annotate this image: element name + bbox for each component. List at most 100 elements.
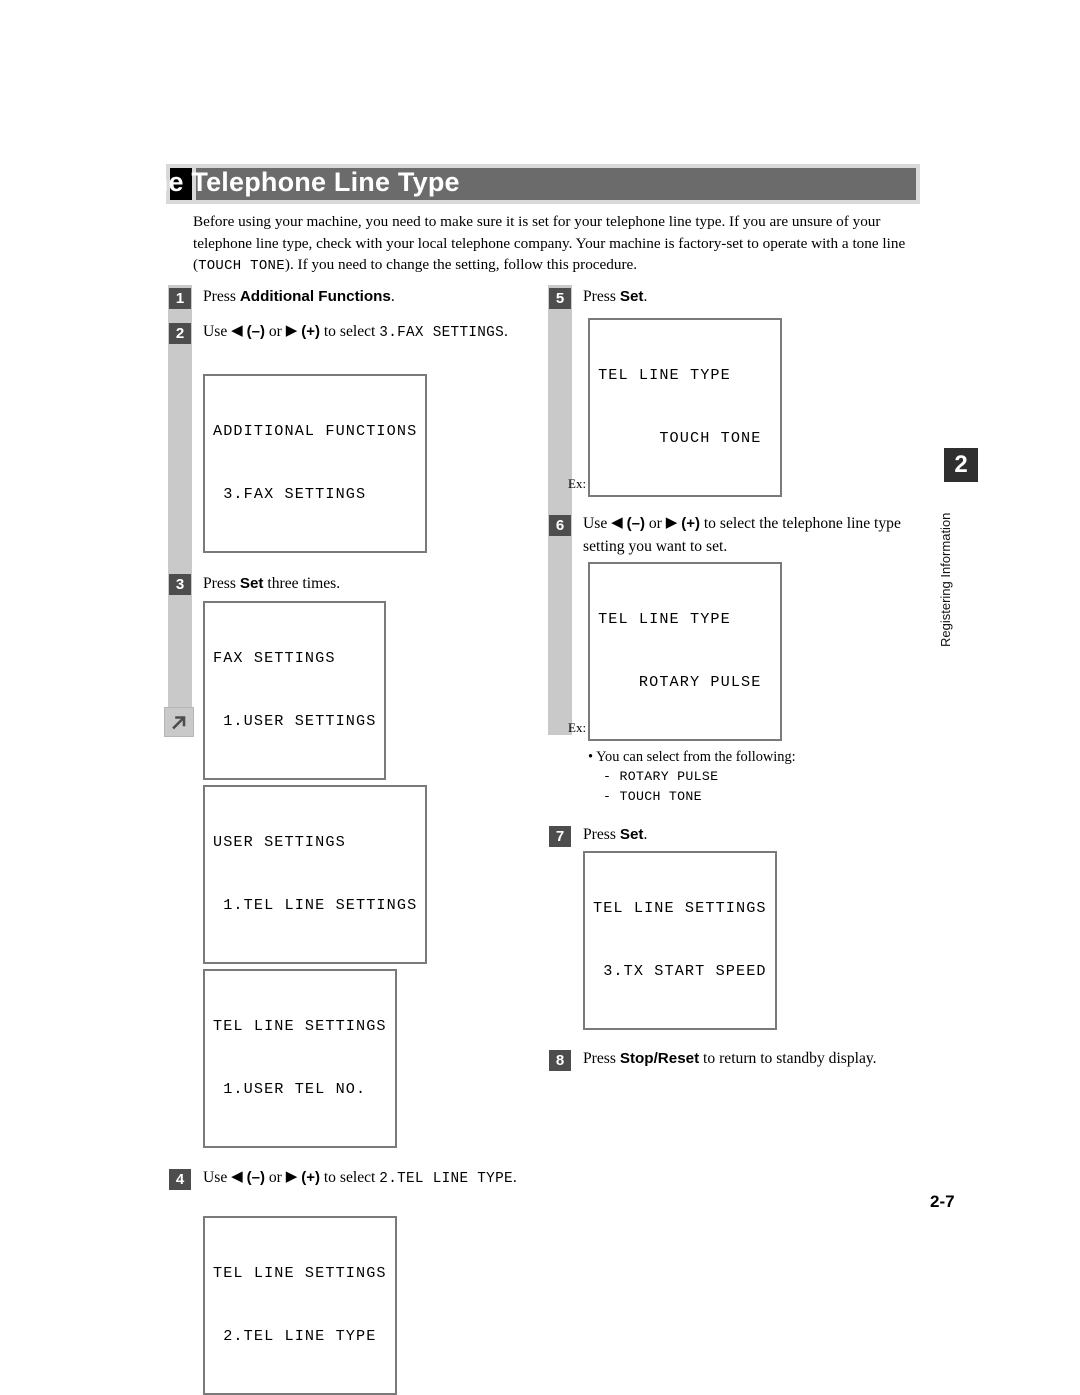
step-4-text-pre: Use bbox=[203, 1169, 232, 1186]
step-8-number: 8 bbox=[549, 1050, 571, 1071]
left-step-column: 1 Press Additional Functions. 2 Use ◀ (–… bbox=[168, 285, 528, 1395]
page-number: 2-7 bbox=[930, 1192, 955, 1211]
step-5-body: Press Set. bbox=[583, 285, 928, 308]
left-triangle-icon: ◀ bbox=[611, 515, 623, 531]
step-2-lcd-wrap: ADDITIONAL FUNCTIONS 3.FAX SETTINGS bbox=[203, 374, 528, 553]
step-7-text-post: . bbox=[643, 826, 648, 843]
right-triangle-icon: ▶ bbox=[285, 1169, 298, 1185]
step-6-text-pre: Use bbox=[583, 515, 612, 532]
step-7-lcd-wrap: TEL LINE SETTINGS 3.TX START SPEED bbox=[583, 851, 928, 1030]
step-6-body: Use ◀ (–) or ▶ (+) to select the telepho… bbox=[583, 512, 928, 558]
step-3-number: 3 bbox=[169, 574, 191, 595]
step-1-text-pre: Press bbox=[203, 288, 240, 305]
lcd-line-1: TEL LINE SETTINGS bbox=[213, 1264, 387, 1282]
step-1-number: 1 bbox=[169, 288, 191, 309]
plus-label: (+) bbox=[301, 1169, 320, 1186]
step-1: 1 Press Additional Functions. bbox=[168, 285, 528, 320]
lcd-line-2: ROTARY PULSE bbox=[598, 673, 772, 691]
step-4-text-end: . bbox=[512, 1169, 517, 1186]
right-step-column: 5 Press Set. Ex: TEL LINE TYPE TOUCH TON… bbox=[548, 285, 928, 1097]
step-5-number: 5 bbox=[549, 288, 571, 309]
step-8-text-post: to return to standby display. bbox=[699, 1050, 877, 1067]
step-5-text-post: . bbox=[643, 288, 648, 305]
step-4-text-after: to select bbox=[319, 1169, 380, 1186]
step-7-body: Press Set. bbox=[583, 823, 928, 846]
step-1-bold-button: Additional Functions bbox=[239, 288, 391, 305]
lcd-line-2: 3.FAX SETTINGS bbox=[213, 485, 367, 503]
intro-paragraph: Before using your machine, you need to m… bbox=[193, 211, 920, 278]
lcd-line-1: TEL LINE SETTINGS bbox=[593, 899, 767, 917]
step-4-text-mid: or bbox=[264, 1169, 286, 1186]
lcd-line-2: 1.USER TEL NO. bbox=[213, 1080, 367, 1098]
lcd-display-tel-line-settings: TEL LINE SETTINGS 1.USER TEL NO. bbox=[203, 969, 397, 1148]
right-triangle-icon: ▶ bbox=[285, 323, 298, 339]
step-2-body: Use ◀ (–) or ▶ (+) to select 3.FAX SETTI… bbox=[203, 320, 528, 345]
step-2-text-pre: Use bbox=[203, 323, 232, 340]
left-triangle-icon: ◀ bbox=[231, 1169, 243, 1185]
step-3-lcd-wrap: FAX SETTINGS 1.USER SETTINGS USER SETTIN… bbox=[203, 601, 528, 1148]
step-7-bold-button: Set bbox=[619, 826, 644, 843]
note-bullet: • You can select from the following: bbox=[588, 749, 796, 765]
lcd-line-2: 3.TX START SPEED bbox=[593, 962, 767, 980]
step-6-lcd-wrap: Ex: TEL LINE TYPE ROTARY PULSE bbox=[568, 562, 928, 741]
step-8-text-pre: Press bbox=[583, 1050, 620, 1067]
step-5-bold-button: Set bbox=[619, 288, 644, 305]
step-8-body: Press Stop/Reset to return to standby di… bbox=[583, 1047, 928, 1070]
step-4-body: Use ◀ (–) or ▶ (+) to select 2.TEL LINE … bbox=[203, 1166, 528, 1191]
note-item-touch-tone: - TOUCH TONE bbox=[603, 789, 702, 804]
step-6-text-mid: or bbox=[644, 515, 666, 532]
step-8-bold-button: Stop/Reset bbox=[619, 1050, 700, 1067]
chapter-tab-label: Registering Information bbox=[938, 512, 953, 647]
step-4-number: 4 bbox=[169, 1169, 191, 1190]
step-5-lcd-wrap: Ex: TEL LINE TYPE TOUCH TONE bbox=[568, 318, 928, 497]
lcd-line-2: TOUCH TONE bbox=[598, 429, 772, 447]
lcd-display-fax-settings: FAX SETTINGS 1.USER SETTINGS bbox=[203, 601, 387, 780]
intro-mono-touch-tone: TOUCH TONE bbox=[198, 258, 285, 274]
step-7-text-pre: Press bbox=[583, 826, 620, 843]
step-6: 6 Use ◀ (–) or ▶ (+) to select the telep… bbox=[548, 512, 928, 566]
lcd-display-tx-start-speed: TEL LINE SETTINGS 3.TX START SPEED bbox=[583, 851, 777, 1030]
example-label: Ex: bbox=[568, 476, 587, 491]
right-triangle-icon: ▶ bbox=[665, 515, 678, 531]
lcd-display-additional-functions: ADDITIONAL FUNCTIONS 3.FAX SETTINGS bbox=[203, 374, 428, 553]
intro-text-part2: ). If you need to change the setting, fo… bbox=[284, 256, 638, 273]
step-7: 7 Press Set. bbox=[548, 823, 928, 856]
page-title: Setting the Telephone Line Type bbox=[42, 167, 460, 197]
step-3-text-post: three times. bbox=[263, 575, 341, 592]
left-triangle-icon: ◀ bbox=[231, 323, 243, 339]
step-4-mono-target: 2.TEL LINE TYPE bbox=[379, 1171, 513, 1187]
note-item-rotary-pulse: - ROTARY PULSE bbox=[603, 769, 719, 784]
step-3-text-pre: Press bbox=[203, 575, 240, 592]
lcd-line-1: USER SETTINGS bbox=[213, 833, 346, 851]
lcd-display-rotary-pulse: TEL LINE TYPE ROTARY PULSE bbox=[588, 562, 782, 741]
plus-label: (+) bbox=[681, 515, 700, 532]
step-4: 4 Use ◀ (–) or ▶ (+) to select 2.TEL LIN… bbox=[168, 1166, 528, 1222]
step-4-lcd-wrap: TEL LINE SETTINGS 2.TEL LINE TYPE bbox=[203, 1216, 528, 1395]
lcd-line-2: 1.USER SETTINGS bbox=[213, 712, 377, 730]
plus-label: (+) bbox=[301, 323, 320, 340]
chapter-tab-number: 2 bbox=[944, 448, 978, 482]
step-2-mono-target: 3.FAX SETTINGS bbox=[379, 325, 504, 341]
lcd-line-1: TEL LINE TYPE bbox=[598, 610, 731, 628]
step-3-bold-button: Set bbox=[239, 575, 264, 592]
minus-label: (–) bbox=[246, 1169, 265, 1186]
step-6-number: 6 bbox=[549, 515, 571, 536]
example-label: Ex: bbox=[568, 720, 587, 735]
step-6-note-list: • You can select from the following: - R… bbox=[588, 747, 928, 807]
step-3: 3 Press Set three times. bbox=[168, 572, 528, 606]
step-5: 5 Press Set. bbox=[548, 285, 928, 318]
step-2-number: 2 bbox=[169, 323, 191, 344]
step-7-number: 7 bbox=[549, 826, 571, 847]
lcd-line-1: TEL LINE TYPE bbox=[598, 366, 731, 384]
step-2: 2 Use ◀ (–) or ▶ (+) to select 3.FAX SET… bbox=[168, 320, 528, 378]
lcd-display-tel-line-type-menu: TEL LINE SETTINGS 2.TEL LINE TYPE bbox=[203, 1216, 397, 1395]
lcd-display-user-settings: USER SETTINGS 1.TEL LINE SETTINGS bbox=[203, 785, 428, 964]
step-8: 8 Press Stop/Reset to return to standby … bbox=[548, 1047, 928, 1097]
minus-label: (–) bbox=[626, 515, 645, 532]
step-3-body: Press Set three times. bbox=[203, 572, 528, 595]
step-2-text-mid: or bbox=[264, 323, 286, 340]
lcd-line-1: TEL LINE SETTINGS bbox=[213, 1017, 387, 1035]
step-5-text-pre: Press bbox=[583, 288, 620, 305]
step-2-text-end: . bbox=[504, 323, 508, 340]
lcd-display-touch-tone: TEL LINE TYPE TOUCH TONE bbox=[588, 318, 782, 497]
